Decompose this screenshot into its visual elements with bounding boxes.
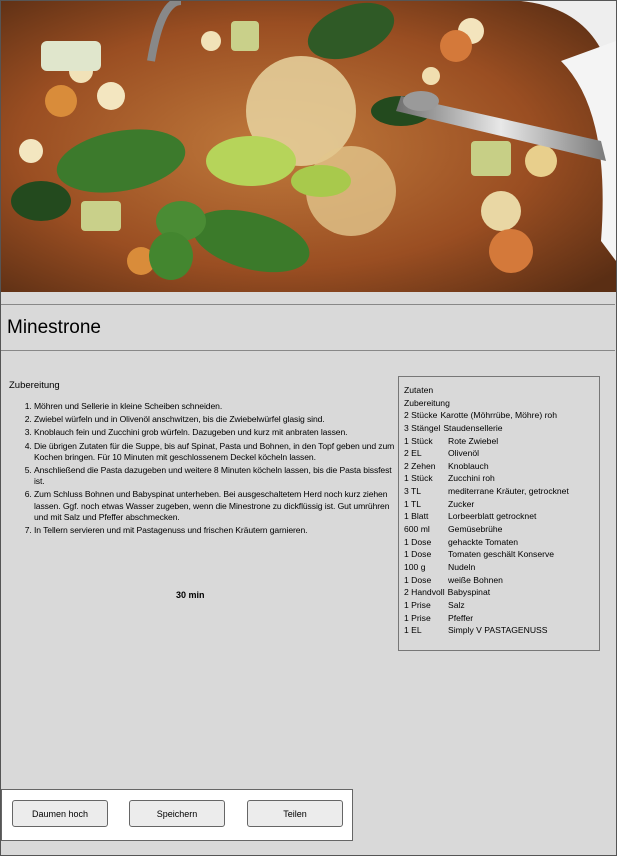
- share-button[interactable]: Teilen: [247, 800, 343, 827]
- ingredient-amount: 1 Dose: [404, 549, 432, 560]
- preparation-heading: Zubereitung: [9, 380, 60, 391]
- recipe-photo: [1, 1, 616, 292]
- ingredient-name: weiße Bohnen: [448, 574, 503, 585]
- ingredient-name: Karotte (Möhrrübe, Möhre) roh: [440, 410, 557, 421]
- ingredient-name: Zucchini roh: [448, 473, 495, 484]
- action-panel: Daumen hoch Speichern Teilen: [1, 789, 353, 841]
- ingredient-amount: 1 Blatt: [404, 511, 429, 522]
- ingredients-heading: Zutaten: [404, 385, 434, 395]
- ingredient-row: 600 ml Gemüsebrühe: [404, 524, 502, 534]
- ingredient-name: Knoblauch: [448, 460, 489, 471]
- ingredient-row: 1 Dose weiße Bohnen: [404, 575, 503, 585]
- ingredient-name: Babyspinat: [447, 587, 491, 598]
- ingredient-amount: 1 Stück: [404, 435, 433, 446]
- ingredient-row: 1 TL Zucker: [404, 499, 474, 509]
- ingredient-amount: 1 Stück: [404, 473, 433, 484]
- ingredient-row: 100 g Nudeln: [404, 562, 475, 572]
- step-item: Zum Schluss Bohnen und Babyspinat unterh…: [34, 489, 399, 523]
- ingredient-amount: 3 Stängel: [404, 422, 441, 433]
- ingredient-name: Pfeffer: [448, 612, 474, 623]
- title-bar: Minestrone: [1, 304, 615, 351]
- ingredients-panel: Zutaten Zubereitung 2 Stücke Karotte (Möh…: [398, 376, 600, 651]
- like-button[interactable]: Daumen hoch: [12, 800, 108, 827]
- ingredient-name: mediterrane Kräuter, getrocknet: [448, 486, 569, 497]
- ingredient-row: 1 Stück Zucchini roh: [404, 473, 495, 483]
- step-item: Anschließend die Pasta dazugeben und wei…: [34, 465, 399, 487]
- ingredients-subheading: Zubereitung: [404, 397, 450, 408]
- ingredient-row: 2 EL Olivenöl: [404, 448, 479, 458]
- ingredient-amount: 1 Prise: [404, 612, 431, 623]
- step-item: In Tellern servieren und mit Pastagenuss…: [34, 525, 399, 536]
- ingredient-amount: 1 Dose: [404, 536, 432, 547]
- recipe-title: Minestrone: [7, 317, 101, 338]
- ingredient-row: 2 Handvoll Babyspinat: [404, 587, 490, 597]
- ingredient-amount: 2 EL: [404, 448, 422, 459]
- step-item: Zwiebel würfeln und in Olivenöl anschwit…: [34, 414, 399, 425]
- ingredient-row: 1 Dose Tomaten geschält Konserve: [404, 549, 554, 559]
- ingredient-name: Nudeln: [448, 562, 476, 572]
- ingredient-row: 1 Prise Salz: [404, 600, 465, 610]
- preparation-steps: Möhren und Sellerie in kleine Scheiben s…: [15, 401, 399, 538]
- step-item: Knoblauch fein und Zucchini grob würfeln…: [34, 427, 399, 438]
- ingredient-amount: 2 Handvoll: [404, 587, 445, 598]
- step-item: Möhren und Sellerie in kleine Scheiben s…: [34, 401, 399, 412]
- ingredient-name: Gemüsebrühe: [448, 524, 503, 535]
- ingredient-row: 1 Dose gehackte Tomaten: [404, 537, 518, 547]
- ingredient-name: Staudensellerie: [443, 422, 503, 433]
- step-item: Die übrigen Zutaten für die Suppe, bis a…: [34, 441, 399, 463]
- ingredient-row: 2 Stücke Karotte (Möhrrübe, Möhre) roh: [404, 410, 557, 420]
- ingredient-amount: 2 Stücke: [404, 410, 438, 421]
- ingredient-name: Salz: [448, 599, 465, 610]
- ingredient-name: Simply V PASTAGENUSS: [448, 625, 548, 636]
- ingredient-name: Rote Zwiebel: [448, 435, 499, 446]
- ingredient-row: 1 EL Simply V PASTAGENUSS: [404, 625, 548, 635]
- ingredient-amount: 100 g: [404, 562, 426, 572]
- ingredient-name: Tomaten geschält Konserve: [448, 549, 555, 560]
- ingredient-amount: 2 Zehen: [404, 460, 436, 471]
- ingredient-amount: 3 TL: [404, 486, 422, 497]
- ingredient-row: 3 Stängel Staudensellerie: [404, 423, 503, 433]
- ingredient-name: Lorbeerblatt getrocknet: [448, 511, 537, 522]
- ingredient-amount: 1 Prise: [404, 599, 431, 610]
- ingredient-name: gehackte Tomaten: [448, 536, 519, 547]
- ingredient-amount: 1 EL: [404, 625, 422, 636]
- duration-label: 30 min: [176, 590, 205, 600]
- ingredient-amount: 600 ml: [404, 524, 430, 535]
- minestrone-photo-illustration: [1, 1, 616, 292]
- ingredient-row: 3 TL mediterrane Kräuter, getrocknet: [404, 486, 569, 496]
- ingredient-row: 2 Zehen Knoblauch: [404, 461, 489, 471]
- ingredient-amount: 1 Dose: [404, 574, 432, 585]
- ingredient-row: 1 Blatt Lorbeerblatt getrocknet: [404, 511, 536, 521]
- ingredient-row: 1 Prise Pfeffer: [404, 613, 473, 623]
- ingredient-name: Zucker: [448, 498, 475, 509]
- ingredient-amount: 1 TL: [404, 498, 422, 509]
- save-button[interactable]: Speichern: [129, 800, 225, 827]
- ingredient-row: 1 Stück Rote Zwiebel: [404, 436, 498, 446]
- ingredient-name: Olivenöl: [448, 448, 480, 459]
